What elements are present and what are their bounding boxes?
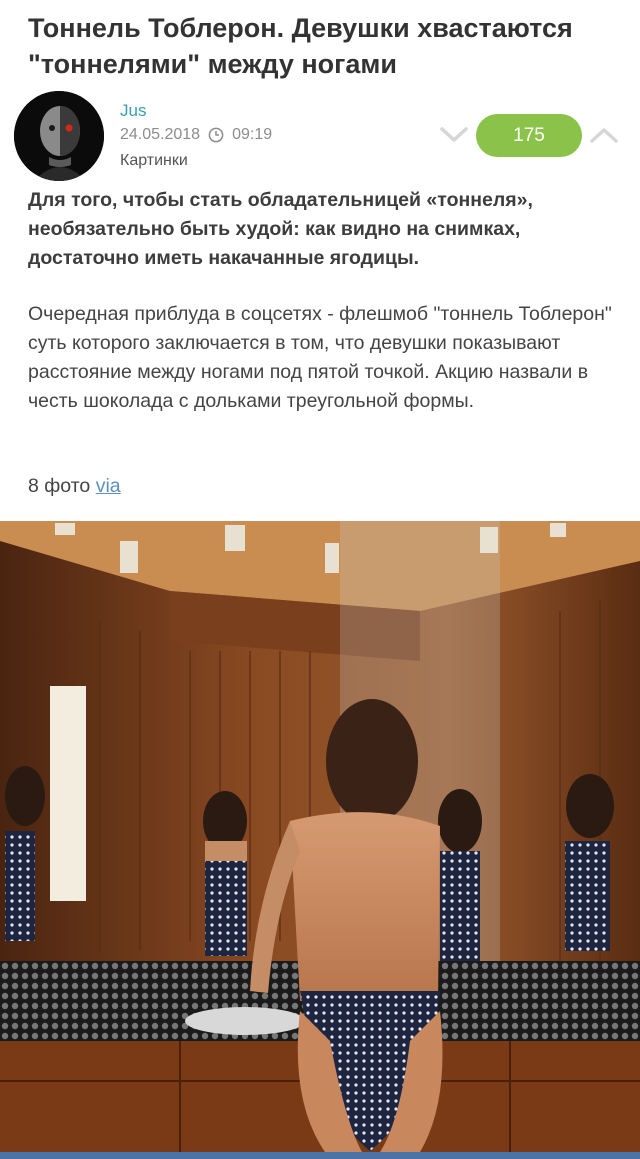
post-date: 24.05.2018 — [120, 126, 201, 143]
post-body: Очередная приблуда в соцсетях - флешмоб … — [28, 303, 612, 412]
post-lead: Для того, чтобы стать обладательницей «т… — [28, 189, 533, 269]
post-meta: 24.05.2018 09:19 — [120, 126, 272, 144]
chevron-up-icon[interactable] — [588, 124, 620, 146]
author-name[interactable]: Jus — [120, 101, 146, 121]
photo-count: 8 фото — [28, 475, 91, 497]
post-time: 09:19 — [232, 126, 273, 143]
post-title: Тоннель Тоблерон. Девушки хвастаются "то… — [28, 13, 573, 79]
photo-count-line: 8 фото via — [28, 472, 121, 501]
chevron-down-icon[interactable] — [438, 124, 470, 146]
post-category[interactable]: Картинки — [120, 152, 188, 170]
author-avatar[interactable] — [14, 91, 104, 181]
via-link[interactable]: via — [96, 475, 121, 497]
post-photo[interactable] — [0, 521, 640, 1152]
rating-score[interactable]: 175 — [476, 114, 582, 157]
clock-icon — [208, 127, 224, 143]
bottom-bar — [0, 1152, 640, 1159]
